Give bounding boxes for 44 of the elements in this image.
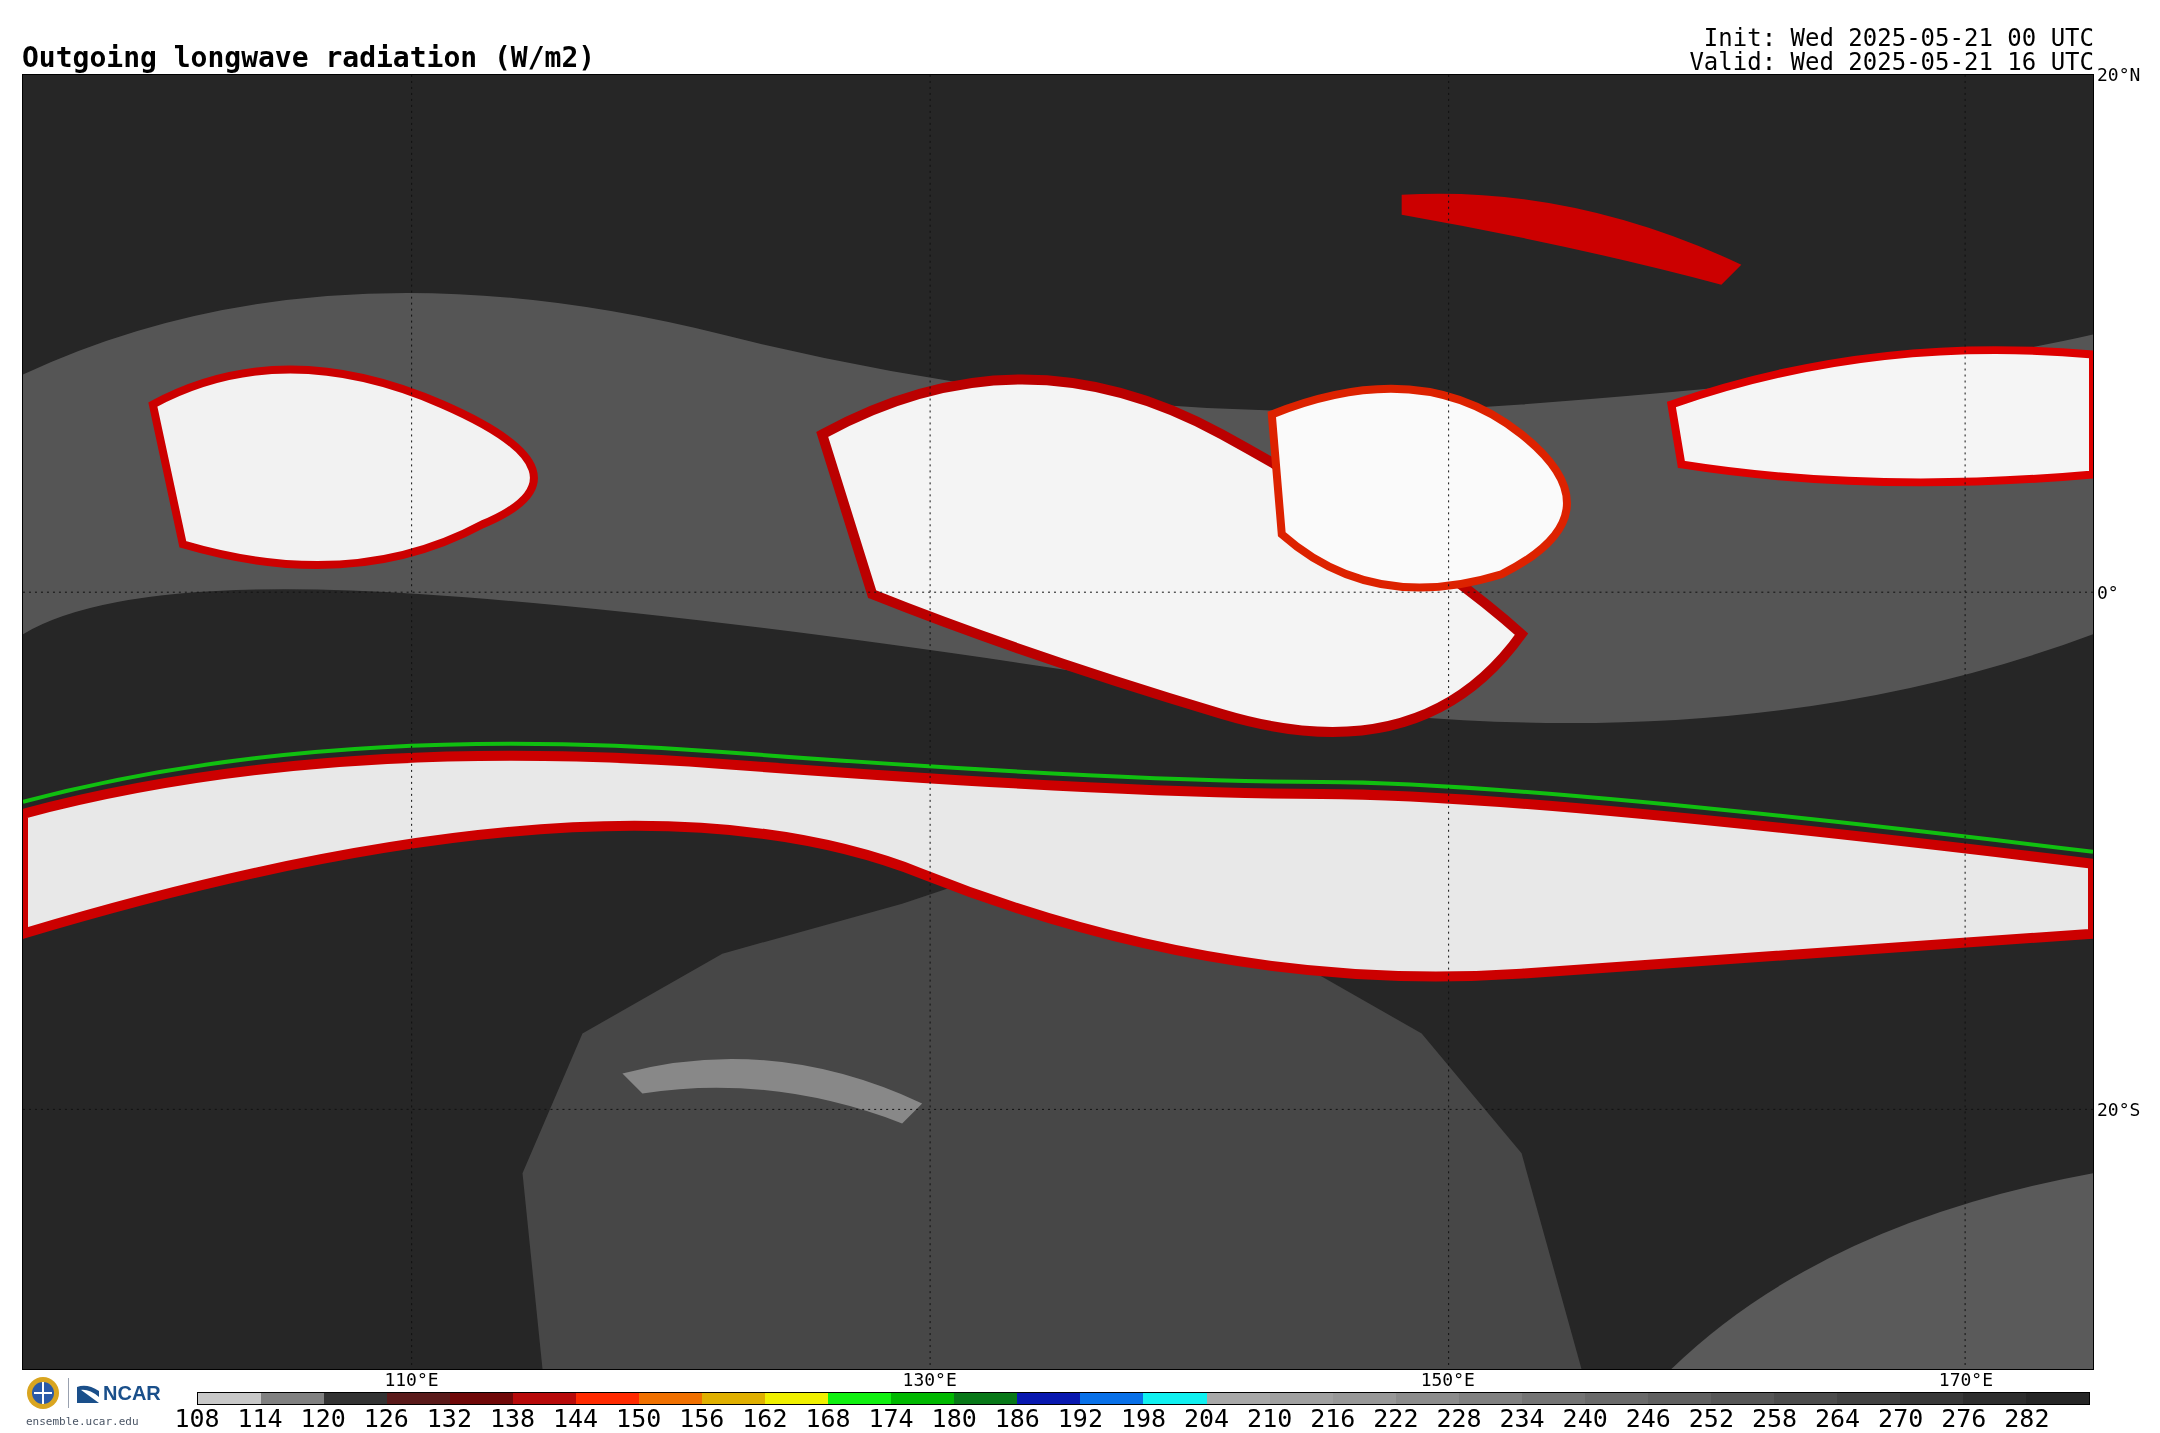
longitude-label: 110°E xyxy=(384,1371,439,1389)
colorbar-tick-label: 156 xyxy=(679,1406,725,1431)
colorbar-tick-label: 222 xyxy=(1373,1406,1419,1431)
colorbar-tick-label: 192 xyxy=(1057,1406,1103,1431)
colorbar-tick-label: 264 xyxy=(1815,1406,1861,1431)
colorbar-tick-label: 168 xyxy=(805,1406,851,1431)
colorbar-tick-label: 228 xyxy=(1436,1406,1482,1431)
colorbar-tick-label: 150 xyxy=(616,1406,662,1431)
colorbar-tick-label: 252 xyxy=(1688,1406,1734,1431)
colorbar-tick-label: 144 xyxy=(553,1406,599,1431)
longitude-label: 150°E xyxy=(1420,1371,1475,1389)
logo-text: NCAR xyxy=(103,1383,161,1403)
longitude-label: 130°E xyxy=(902,1371,957,1389)
colorbar-tick-label: 282 xyxy=(2004,1406,2050,1431)
colorbar-tick-label: 210 xyxy=(1247,1406,1293,1431)
colorbar-tick-label: 276 xyxy=(1941,1406,1987,1431)
website-url: ensemble.ucar.edu xyxy=(26,1414,140,1430)
colorbar-tick-label: 270 xyxy=(1878,1406,1924,1431)
colorbar-tick-label: 162 xyxy=(742,1406,788,1431)
colorbar-tick-label: 234 xyxy=(1499,1406,1545,1431)
colorbar-tick-label: 138 xyxy=(489,1406,536,1431)
globe-logo-icon xyxy=(26,1376,60,1410)
colorbar-tick-label: 204 xyxy=(1184,1406,1230,1431)
colorbar-tick-label: 114 xyxy=(237,1406,283,1431)
colorbar-tick-label: 108 xyxy=(174,1406,220,1431)
wave-logo-icon xyxy=(77,1383,99,1403)
colorbar-tick-label: 126 xyxy=(363,1406,409,1431)
chart-title: Outgoing longwave radiation (W/m2) xyxy=(22,44,596,74)
colorbar-tick-label: 240 xyxy=(1562,1406,1608,1431)
colorbar-tick-label: 174 xyxy=(868,1406,914,1431)
colorbar-tick-label: 246 xyxy=(1625,1406,1671,1431)
valid-time: Valid: Wed 2025-05-21 16 UTC xyxy=(1689,50,2094,74)
colorbar-tick-label: 132 xyxy=(426,1406,472,1431)
colorbar-tick-label: 180 xyxy=(931,1406,977,1431)
colorbar-tick-label: 186 xyxy=(994,1406,1040,1431)
init-time: Init: Wed 2025-05-21 00 UTC xyxy=(1703,26,2094,50)
colorbar-tick-label: 258 xyxy=(1751,1406,1798,1431)
latitude-label: 20°S xyxy=(2097,1101,2141,1120)
colorbar-tick-label: 198 xyxy=(1120,1406,1167,1431)
latitude-label: 0° xyxy=(2097,583,2119,602)
longitude-label: 170°E xyxy=(1938,1371,1993,1389)
latitude-label: 20°N xyxy=(2097,66,2141,84)
colorbar-tick-label: 120 xyxy=(300,1406,346,1431)
colorbar-tick-label: 216 xyxy=(1310,1406,1356,1431)
